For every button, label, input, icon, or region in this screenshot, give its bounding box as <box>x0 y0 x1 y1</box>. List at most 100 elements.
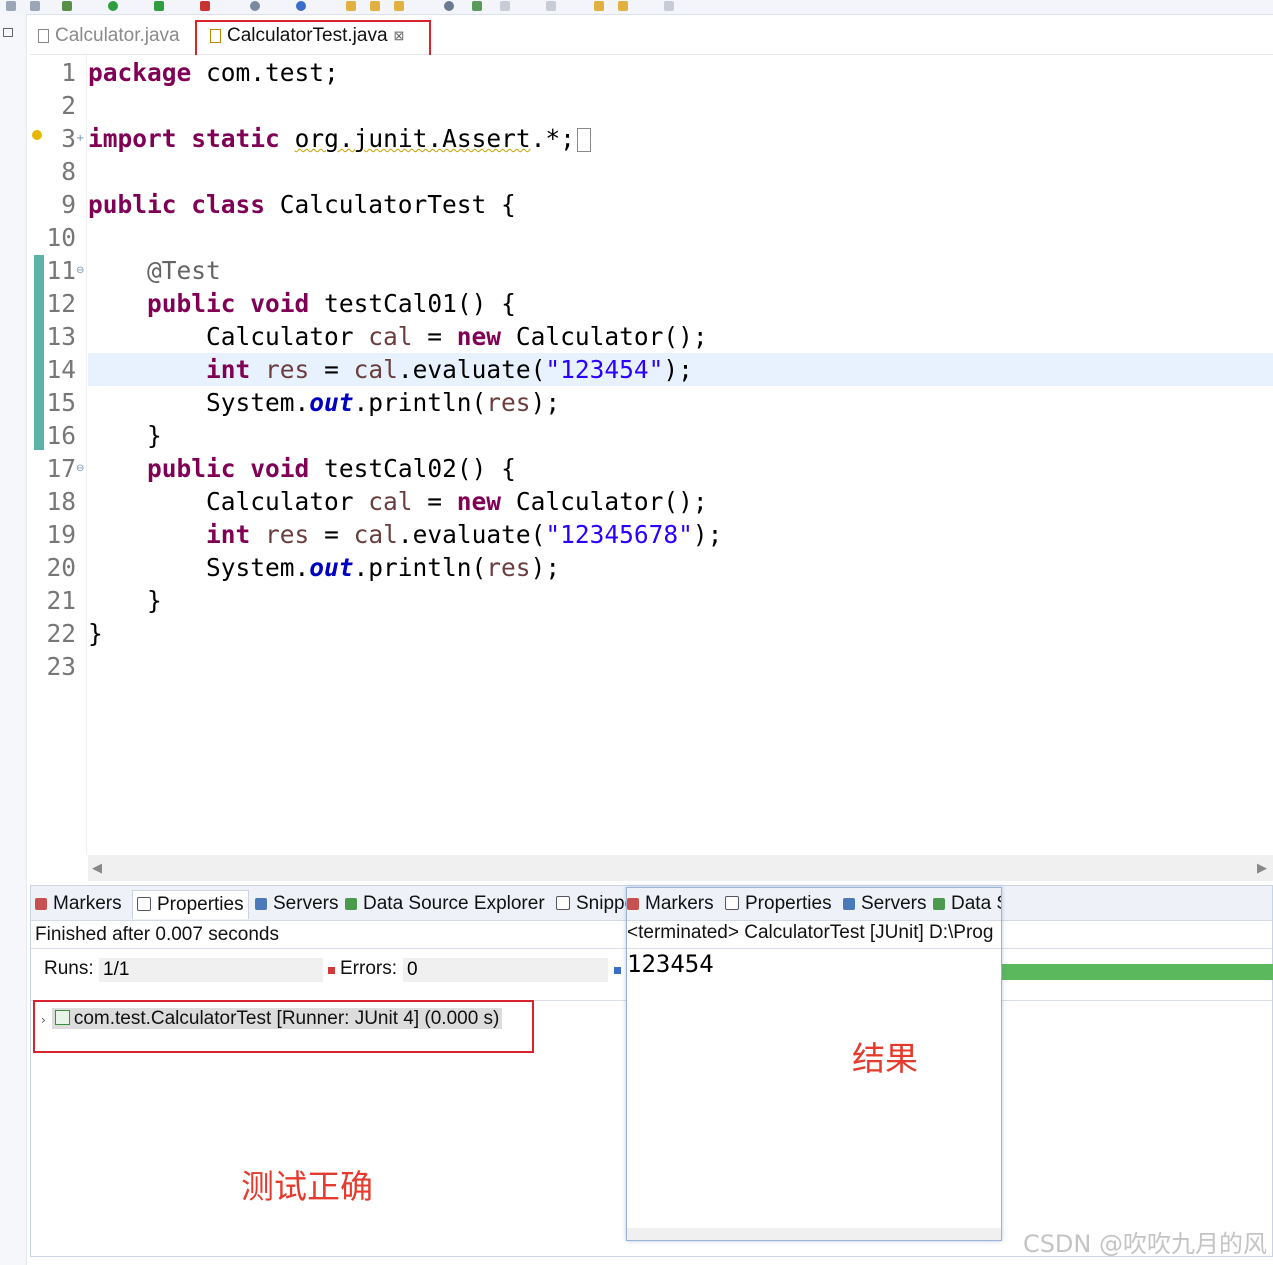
line-number: 22 <box>46 619 76 648</box>
runs-label: Runs: <box>44 958 94 979</box>
code-text: @Test <box>147 256 221 285</box>
tab-markers[interactable]: Markers <box>35 890 122 918</box>
close-icon[interactable]: ⊠ <box>394 28 405 44</box>
code-line[interactable]: 14 int res = cal.evaluate("123454"); <box>32 353 1273 386</box>
code-line[interactable]: 10 <box>32 221 1273 254</box>
java-file-icon <box>210 29 221 43</box>
errors-value: 0 <box>403 958 608 982</box>
line-number: 17 <box>46 454 76 483</box>
save-icon[interactable] <box>6 1 16 11</box>
expand-chevron-icon[interactable]: › <box>41 1013 46 1027</box>
line-number: 9 <box>61 190 76 219</box>
tab-label: Data S <box>951 893 1001 914</box>
tab-label: Properties <box>745 893 832 914</box>
code-line[interactable]: 19 int res = cal.evaluate("12345678"); <box>32 518 1273 551</box>
code-line[interactable]: 3 + import static org.junit.Assert.*; <box>32 122 1273 155</box>
test-tree-label: com.test.CalculatorTest [Runner: JUnit 4… <box>73 1008 500 1029</box>
tab-snippets[interactable]: Snippe <box>556 890 635 918</box>
servers-icon <box>255 898 267 910</box>
line-number: 10 <box>46 223 76 252</box>
refresh-icon[interactable] <box>296 1 306 11</box>
line-number: 11 <box>46 256 76 285</box>
tab-markers[interactable]: Markers <box>627 890 714 918</box>
scroll-left-icon[interactable]: ◀ <box>92 861 102 876</box>
test-tree-item[interactable]: › com.test.CalculatorTest [Runner: JUnit … <box>41 1006 503 1032</box>
nav-arrow-icon[interactable] <box>664 1 674 11</box>
tab-calculator-java[interactable]: Calculator.java <box>38 20 180 52</box>
tab-servers[interactable]: Servers <box>843 890 926 918</box>
run-icon[interactable] <box>108 1 118 11</box>
code-line[interactable]: 18 Calculator cal = new Calculator(); <box>32 485 1273 518</box>
prev-annotation-icon[interactable] <box>500 1 510 11</box>
tab-label: Markers <box>645 893 714 914</box>
debug-icon[interactable] <box>62 1 72 11</box>
code-line[interactable]: 23 <box>32 650 1273 683</box>
open-type-icon[interactable] <box>370 1 380 11</box>
code-text: Calculator cal = new Calculator(); <box>88 487 708 516</box>
external-tools-icon[interactable] <box>200 1 210 11</box>
next-annotation-icon[interactable] <box>472 1 482 11</box>
code-text: public void testCal02() { <box>147 454 516 483</box>
line-number: 13 <box>46 322 76 351</box>
markers-icon <box>627 898 639 910</box>
errors-label: Errors: <box>340 958 397 979</box>
forward-icon[interactable] <box>618 1 628 11</box>
code-text: Calculator cal = new Calculator(); <box>88 322 708 351</box>
line-number: 3 <box>61 124 76 153</box>
back-icon[interactable] <box>594 1 604 11</box>
code-text: package com.test; <box>88 58 339 87</box>
editor-horizontal-scrollbar[interactable]: ◀ ▶ <box>88 855 1273 881</box>
line-number: 18 <box>46 487 76 516</box>
collapse-fold-icon[interactable]: ⊖ <box>76 254 84 287</box>
code-line[interactable]: 1 package com.test; <box>32 56 1273 89</box>
tab-servers[interactable]: Servers <box>255 890 338 918</box>
code-text: } <box>88 421 162 450</box>
code-line[interactable]: 15 System.out.println(res); <box>32 386 1273 419</box>
line-number: 19 <box>46 520 76 549</box>
collapse-fold-icon[interactable]: ⊖ <box>76 452 84 485</box>
code-text: public class CalculatorTest { <box>88 190 516 219</box>
console-horizontal-scrollbar[interactable] <box>627 1228 1001 1240</box>
line-number: 1 <box>61 58 76 87</box>
toolbar <box>0 0 1273 15</box>
code-line[interactable]: 9 public class CalculatorTest { <box>32 188 1273 221</box>
open-folder-icon[interactable] <box>346 1 356 11</box>
coverage-icon[interactable] <box>154 1 164 11</box>
editor-tab-bar: Calculator.java CalculatorTest.java ⊠ <box>30 18 1273 55</box>
code-line[interactable]: 12 public void testCal01() { <box>32 287 1273 320</box>
tab-label: CalculatorTest.java <box>227 25 388 46</box>
scroll-right-icon[interactable]: ▶ <box>1257 861 1267 876</box>
java-file-icon <box>38 29 49 43</box>
code-editor[interactable]: 1 package com.test; 2 3 + import static org.j… <box>32 55 1273 855</box>
expand-fold-icon[interactable]: + <box>76 122 84 155</box>
code-line[interactable]: 8 <box>32 155 1273 188</box>
tab-calculatortest-java[interactable]: CalculatorTest.java ⊠ <box>210 20 404 52</box>
tab-label: Data Source Explorer <box>363 893 545 914</box>
code-line[interactable]: 2 <box>32 89 1273 122</box>
save-all-icon[interactable] <box>30 1 40 11</box>
globe-icon[interactable] <box>250 1 260 11</box>
code-text: public void testCal01() { <box>147 289 516 318</box>
console-status: <terminated> CalculatorTest [JUnit] D:\P… <box>627 922 994 943</box>
code-line[interactable]: 22} <box>32 617 1273 650</box>
divider <box>627 948 1001 949</box>
code-line[interactable]: 13 Calculator cal = new Calculator(); <box>32 320 1273 353</box>
snippets-icon <box>556 896 570 910</box>
tab-properties[interactable]: Properties <box>132 890 249 919</box>
console-tab-bar: Markers Properties Servers Data S <box>627 888 1001 921</box>
tab-data-source[interactable]: Data S <box>933 890 1001 918</box>
code-line[interactable]: 17 ⊖ public void testCal02() { <box>32 452 1273 485</box>
tab-data-source-explorer[interactable]: Data Source Explorer <box>345 890 545 918</box>
tab-properties[interactable]: Properties <box>725 890 832 918</box>
code-line[interactable]: 20 System.out.println(res); <box>32 551 1273 584</box>
code-line[interactable]: 16 } <box>32 419 1273 452</box>
minimize-icon[interactable] <box>3 28 13 37</box>
tab-label: Calculator.java <box>55 25 180 46</box>
code-text: System.out.println(res); <box>88 553 561 582</box>
pin-icon[interactable] <box>546 1 556 11</box>
code-line[interactable]: 11 ⊖ @Test <box>32 254 1273 287</box>
markers-icon <box>35 898 47 910</box>
pencil-icon[interactable] <box>394 1 404 11</box>
bullet-icon[interactable] <box>444 1 454 11</box>
code-line[interactable]: 21 } <box>32 584 1273 617</box>
